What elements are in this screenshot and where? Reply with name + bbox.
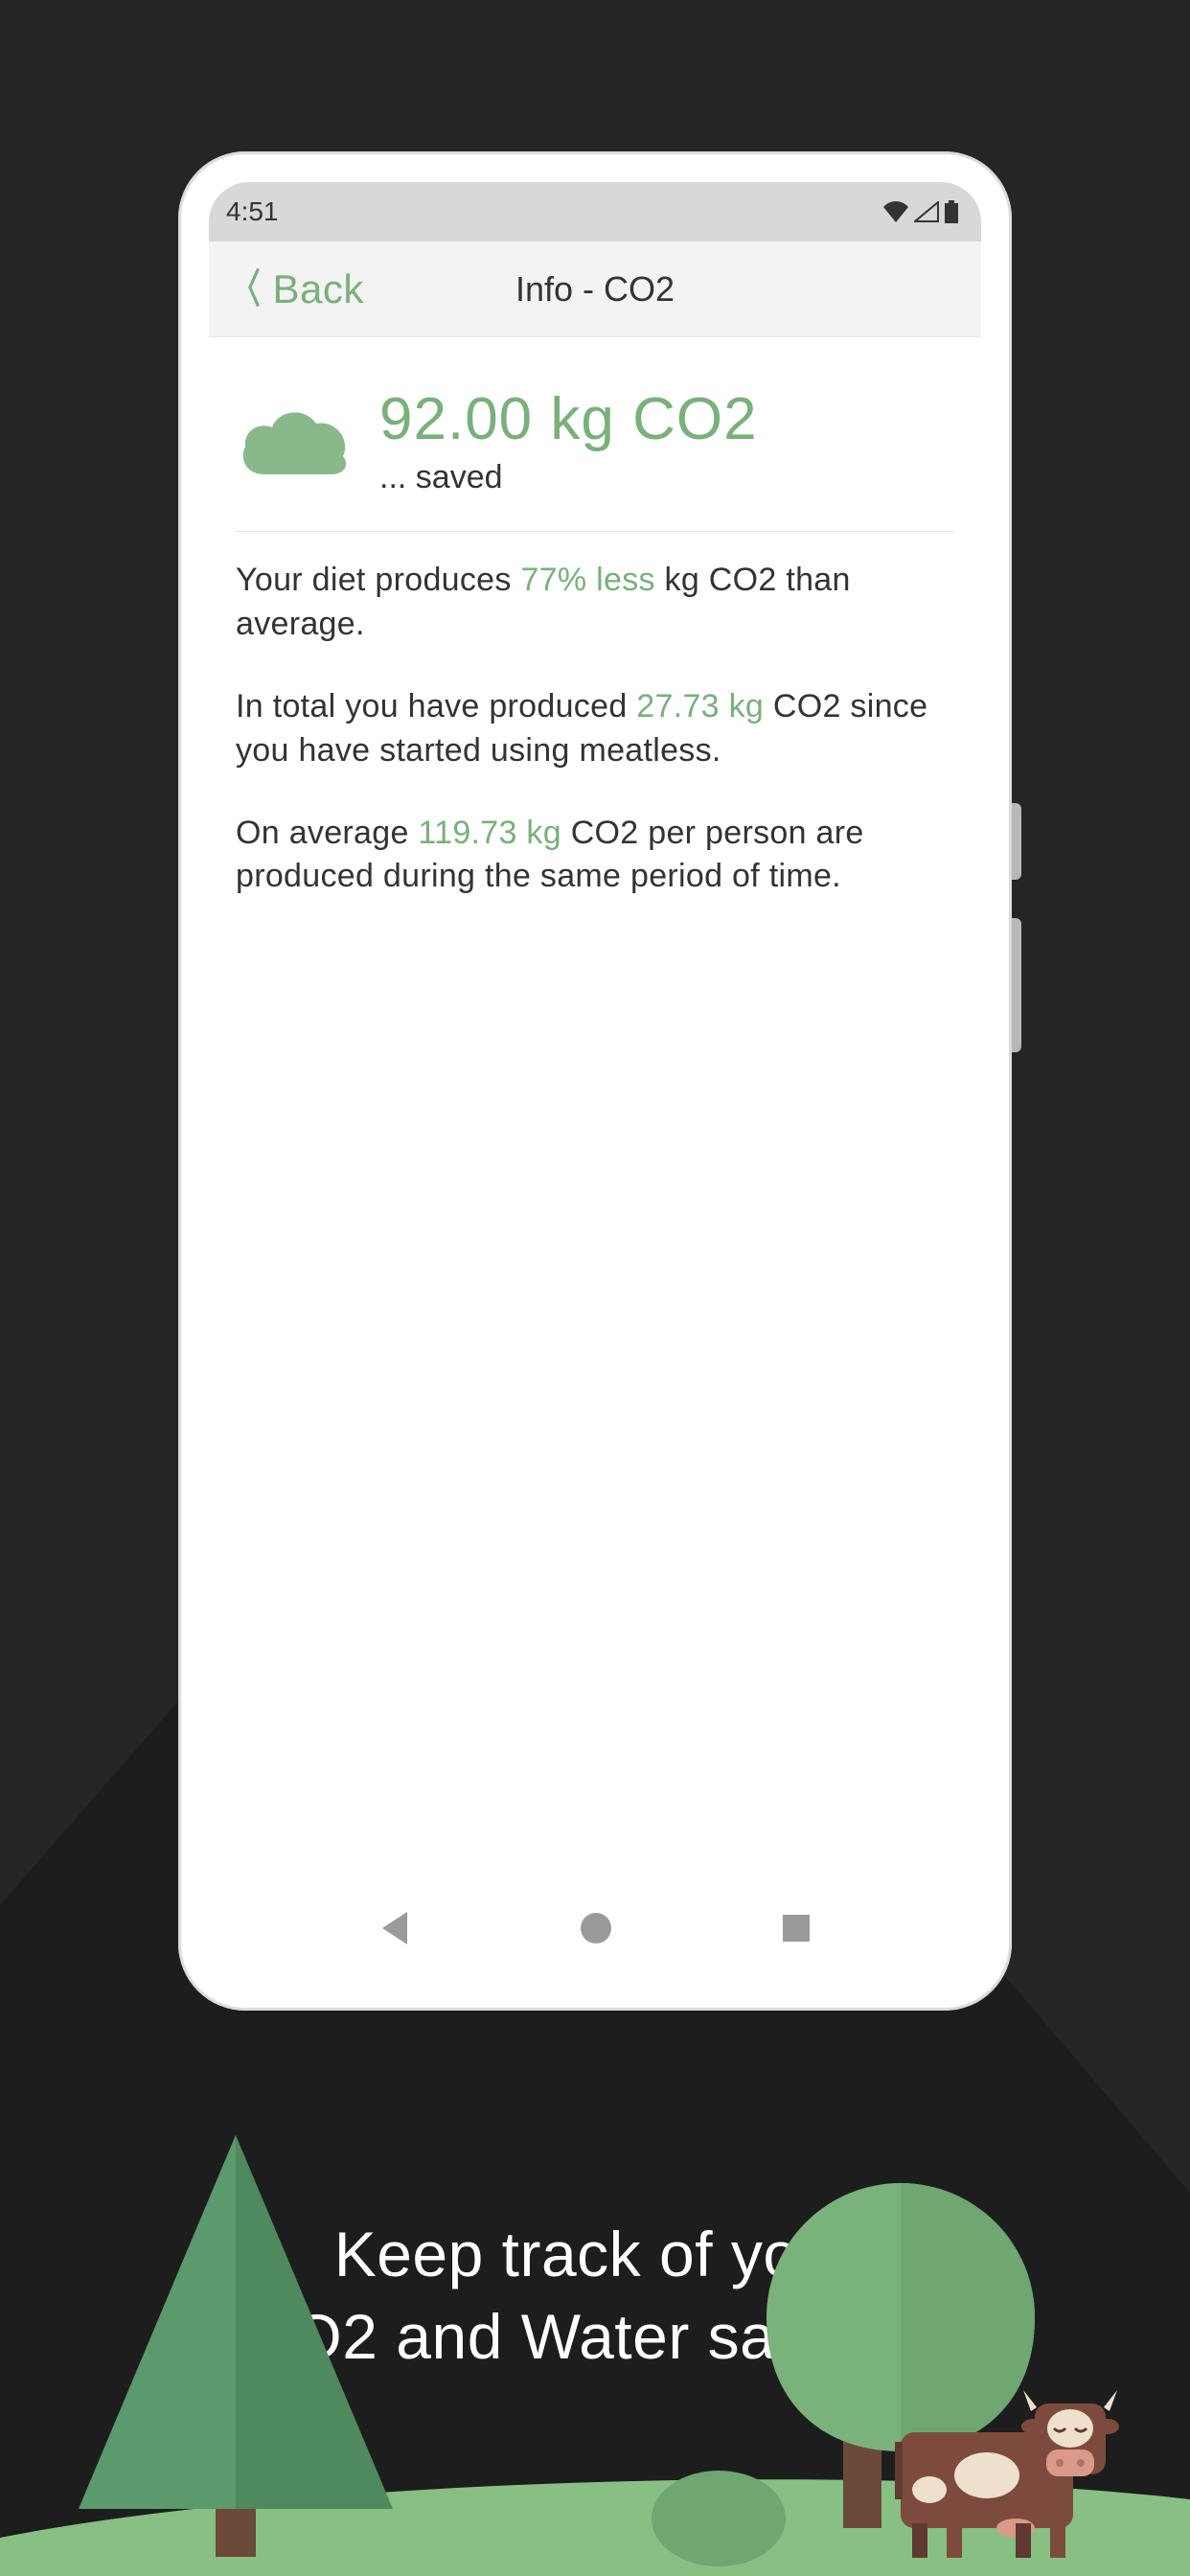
device-side-button <box>1012 918 1021 1052</box>
back-label: Back <box>273 266 364 312</box>
android-home-icon[interactable] <box>579 1911 613 1945</box>
content-area: 92.00 kg CO2 ... saved Your diet produce… <box>209 337 981 1980</box>
percent-highlight: 77% less <box>520 562 654 598</box>
cloud-icon <box>236 402 351 479</box>
promo-caption: Keep track of your CO2 and Water savings… <box>0 2214 1190 2379</box>
chevron-left-icon: 〈 <box>232 269 261 310</box>
info-paragraph-1: Your diet produces 77% less kg CO2 than … <box>236 559 954 647</box>
device-side-button <box>1012 803 1021 880</box>
android-recent-icon[interactable] <box>781 1913 812 1944</box>
wifi-icon <box>883 201 908 222</box>
status-time: 4:51 <box>226 196 279 227</box>
kg-highlight: 27.73 kg <box>636 688 764 724</box>
android-nav-bar <box>209 1876 981 1980</box>
app-nav-bar: 〈 Back Info - CO2 <box>209 242 981 337</box>
kg-highlight: 119.73 kg <box>418 815 561 851</box>
co2-subtitle: ... saved <box>379 459 758 496</box>
android-back-icon[interactable] <box>378 1910 411 1946</box>
info-paragraph-3: On average 119.73 kg CO2 per person are … <box>236 812 954 900</box>
phone-frame: 4:51 〈 Back Info - CO2 92.00 kg CO2 <box>178 151 1012 2011</box>
signal-icon <box>914 201 939 222</box>
info-paragraph-2: In total you have produced 27.73 kg CO2 … <box>236 685 954 773</box>
back-button[interactable]: 〈 Back <box>209 266 364 312</box>
co2-amount: 92.00 kg CO2 <box>379 385 758 453</box>
battery-icon <box>945 200 958 223</box>
hero-stat: 92.00 kg CO2 ... saved <box>236 385 954 532</box>
status-bar: 4:51 <box>209 182 981 242</box>
